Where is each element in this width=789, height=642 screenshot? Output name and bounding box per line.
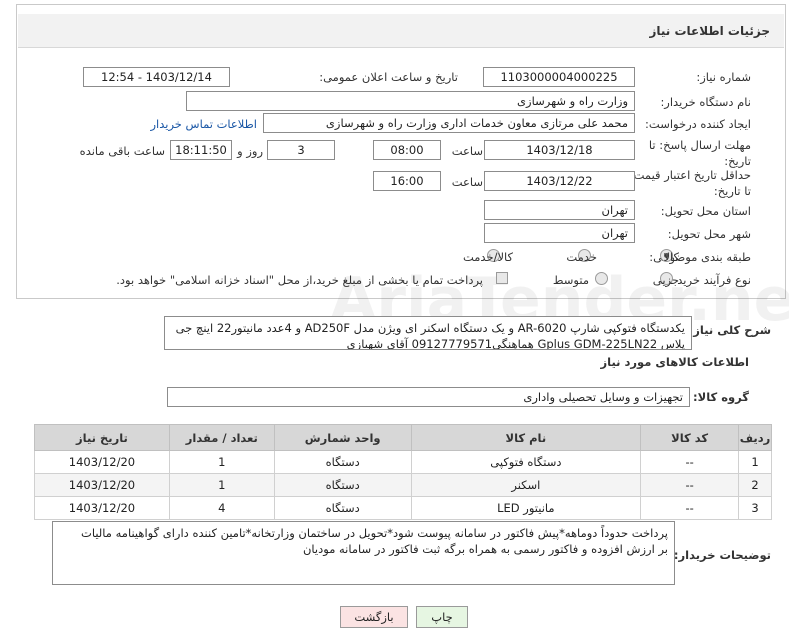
cell-unit: دستگاه <box>273 496 412 520</box>
cell-row: 2 <box>738 473 772 497</box>
cell-date: 1403/12/20 <box>34 496 170 520</box>
col-unit: واحد شمارش <box>273 424 412 451</box>
days-label: روز و <box>237 144 263 158</box>
cell-qty: 4 <box>168 496 275 520</box>
goods-section-title: اطلاعات کالاهای مورد نیاز <box>600 355 749 369</box>
cell-qty: 1 <box>168 450 275 474</box>
buyer-org-label: نام دستگاه خریدار: <box>660 95 751 109</box>
buyer-notes-line-1: پرداخت حدوداً دوماهه*پیش فاکتور در سامان… <box>81 526 668 540</box>
process-option-medium: متوسط <box>552 273 589 287</box>
table-row: 3 -- مانیتور LED دستگاه 4 1403/12/20 <box>34 496 772 520</box>
creator-label: ایجاد کننده درخواست: <box>645 117 751 131</box>
summary-line-1: یکدستگاه فتوکپی شارپ AR-6020 و یک دستگاه… <box>175 321 685 335</box>
summary-field[interactable]: یکدستگاه فتوکپی شارپ AR-6020 و یک دستگاه… <box>164 316 692 350</box>
process-radio-medium[interactable] <box>595 272 608 285</box>
creator-field[interactable]: محمد علی مرتازی معاون خدمات اداری وزارت … <box>263 113 635 133</box>
city-field[interactable]: تهران <box>484 223 635 243</box>
buyer-notes-label: توضیحات خریدار: <box>673 548 771 562</box>
days-field[interactable]: 3 <box>267 140 335 160</box>
summary-label: شرح کلی نیاز: <box>688 323 771 337</box>
print-button[interactable]: چاپ <box>416 606 468 628</box>
buyer-contact-link[interactable]: اطلاعات تماس خریدار <box>150 117 257 131</box>
cell-name: اسکنر <box>410 473 642 497</box>
price-time-label: ساعت <box>451 175 483 189</box>
cell-unit: دستگاه <box>273 473 412 497</box>
cell-row: 1 <box>738 450 772 474</box>
summary-line-2: پلاس Gplus GDM-225LN22 هماهنگی0912777957… <box>346 337 685 350</box>
cell-code: -- <box>640 450 740 474</box>
col-qty: تعداد / مقدار <box>168 424 275 451</box>
announce-label: تاریخ و ساعت اعلان عمومی: <box>319 70 458 84</box>
col-code: کد کالا <box>640 424 740 451</box>
table-header-row: ردیف کد کالا نام کالا واحد شمارش تعداد /… <box>34 424 772 451</box>
province-label: استان محل تحویل: <box>660 204 751 218</box>
need-number-field[interactable]: 1103000004000225 <box>483 67 635 87</box>
category-option-service: خدمت <box>566 250 597 264</box>
cell-name: دستگاه فتوکپی <box>410 450 642 474</box>
buyer-org-field[interactable]: وزارت راه و شهرسازی <box>186 91 635 111</box>
cell-unit: دستگاه <box>273 450 412 474</box>
payment-note: پرداخت تمام یا بخشی از مبلغ خرید،از محل … <box>116 273 483 287</box>
col-name: نام کالا <box>410 424 642 451</box>
col-row: ردیف <box>738 424 772 451</box>
cell-code: -- <box>640 473 740 497</box>
category-option-both: کالا/خدمت <box>462 250 513 264</box>
goods-table: ردیف کد کالا نام کالا واحد شمارش تعداد /… <box>34 424 772 520</box>
cell-date: 1403/12/20 <box>34 473 170 497</box>
cell-row: 3 <box>738 496 772 520</box>
panel-header: جزئیات اطلاعات نیاز <box>18 14 784 48</box>
goods-group-label: گروه کالا: <box>693 390 749 404</box>
remaining-label: ساعت باقی مانده <box>79 144 165 158</box>
process-option-minor: جزیی <box>652 273 679 287</box>
need-number-label: شماره نیاز: <box>696 70 751 84</box>
buyer-notes-line-2: بر ارزش افزوده و فاکتور رسمی به همراه بر… <box>302 542 668 556</box>
announce-field[interactable]: 1403/12/14 - 12:54 <box>83 67 230 87</box>
price-time-field[interactable]: 16:00 <box>373 171 441 191</box>
send-time-field[interactable]: 08:00 <box>373 140 441 160</box>
table-row: 1 -- دستگاه فتوکپی دستگاه 1 1403/12/20 <box>34 450 772 474</box>
cell-name: مانیتور LED <box>410 496 642 520</box>
province-field[interactable]: تهران <box>484 200 635 220</box>
table-row: 2 -- اسکنر دستگاه 1 1403/12/20 <box>34 473 772 497</box>
price-date-field[interactable]: 1403/12/22 <box>484 171 635 191</box>
cell-code: -- <box>640 496 740 520</box>
city-label: شهر محل تحویل: <box>667 227 751 241</box>
remaining-time-field[interactable]: 18:11:50 <box>170 140 232 160</box>
cell-qty: 1 <box>168 473 275 497</box>
price-valid-label: حداقل تاریخ اعتبار قیمت: تا تاریخ: <box>629 168 751 198</box>
col-date: تاریخ نیاز <box>34 424 170 451</box>
buyer-notes-field[interactable]: پرداخت حدوداً دوماهه*پیش فاکتور در سامان… <box>52 521 675 585</box>
payment-checkbox[interactable] <box>496 272 508 284</box>
cell-date: 1403/12/20 <box>34 450 170 474</box>
page-title: جزئیات اطلاعات نیاز <box>649 24 770 38</box>
goods-group-field[interactable]: تجهیزات و وسایل تحصیلی واداری <box>167 387 690 407</box>
send-deadline-label: مهلت ارسال پاسخ: تا تاریخ: <box>648 138 751 168</box>
send-time-label: ساعت <box>451 144 483 158</box>
back-button[interactable]: بازگشت <box>340 606 408 628</box>
process-label: نوع فرآیند خرید : <box>669 273 751 287</box>
send-date-field[interactable]: 1403/12/18 <box>484 140 635 160</box>
category-option-goods: کالا <box>663 250 679 264</box>
